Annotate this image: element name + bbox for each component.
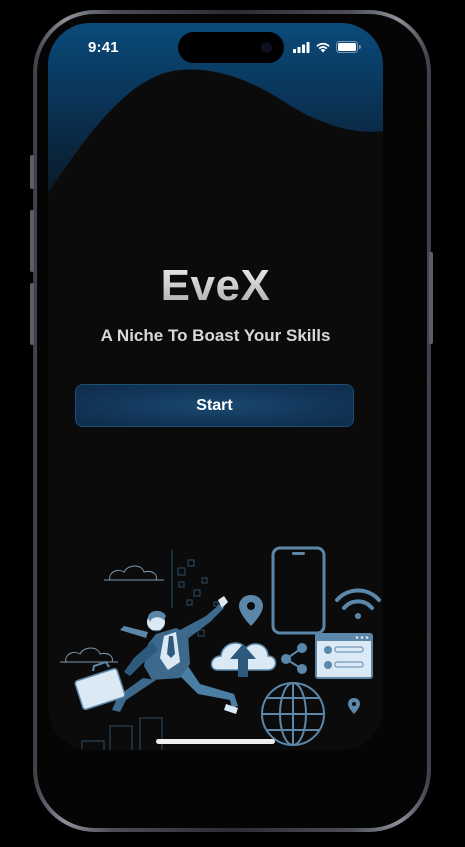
phone-volume-up-button: [30, 210, 34, 272]
cloud-upload-icon: [210, 642, 277, 677]
chat-window-icon: [315, 633, 373, 679]
dynamic-island: [178, 32, 284, 63]
home-indicator[interactable]: [156, 739, 275, 744]
phone-action-button: [30, 155, 34, 189]
phone-volume-down-button: [30, 283, 34, 345]
wifi-icon: [316, 42, 330, 52]
running-man-figure: [74, 596, 238, 714]
battery-icon: [336, 41, 361, 53]
status-bar-time: 9:41: [88, 39, 119, 56]
wifi-icon: [335, 588, 381, 619]
location-pin-icon: [348, 698, 360, 714]
app-tagline: A Niche To Boast Your Skills: [100, 326, 331, 345]
app-title: EveX: [48, 261, 383, 311]
globe-icon: [261, 682, 325, 746]
phone-power-button: [429, 252, 433, 344]
man-running-with-tech-icons-illustration: [60, 546, 381, 750]
location-pin-icon: [239, 595, 263, 626]
start-button[interactable]: Start: [75, 384, 354, 427]
front-camera-icon: [261, 42, 272, 53]
app-screen: 9:41 EveX A Niche To Boast Your Skills S…: [48, 23, 383, 750]
smartphone-icon: [271, 546, 326, 635]
status-bar-icons: [293, 41, 361, 53]
start-button-label: Start: [196, 396, 233, 414]
cellular-signal-icon: [293, 41, 310, 53]
share-icon: [281, 643, 307, 674]
